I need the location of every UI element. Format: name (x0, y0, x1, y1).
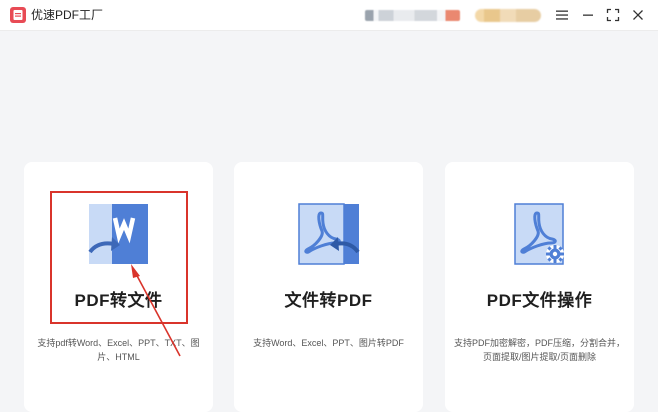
app-logo-icon (10, 7, 26, 23)
card-title: PDF文件操作 (486, 291, 593, 310)
card-title: 文件转PDF (284, 291, 373, 310)
pdf-to-word-icon (88, 204, 148, 264)
card-description: 支持pdf转Word、Excel、PPT、TXT、图片、HTML (37, 338, 200, 362)
minimize-button[interactable] (578, 6, 598, 24)
pdf-operations-card[interactable]: PDF文件操作 支持PDF加密解密，PDF压缩，分割合并，页面提取/图片提取/页… (445, 162, 634, 412)
hamburger-menu-icon (556, 10, 568, 20)
app-title: 优速PDF工厂 (31, 8, 104, 22)
file-to-pdf-icon (298, 203, 360, 265)
blurred-vip-badge[interactable] (475, 9, 541, 22)
card-description: 支持Word、Excel、PPT、图片转PDF (253, 338, 404, 348)
file-to-pdf-card[interactable]: 文件转PDF 支持Word、Excel、PPT、图片转PDF (234, 162, 423, 412)
card-title: PDF转文件 (74, 291, 163, 310)
minimize-icon (583, 14, 593, 16)
close-icon (633, 10, 643, 20)
fullscreen-icon (606, 8, 620, 22)
fullscreen-button[interactable] (603, 6, 623, 24)
pdf-to-file-card[interactable]: PDF转文件 支持pdf转Word、Excel、PPT、TXT、图片、HTML (24, 162, 213, 412)
pdf-operations-icon (514, 203, 564, 265)
menu-button[interactable] (552, 6, 572, 24)
close-button[interactable] (628, 6, 648, 24)
title-bar: 优速PDF工厂 (0, 0, 658, 31)
card-description: 支持PDF加密解密，PDF压缩，分割合并，页面提取/图片提取/页面删除 (453, 338, 625, 362)
blurred-account-info (365, 10, 460, 21)
